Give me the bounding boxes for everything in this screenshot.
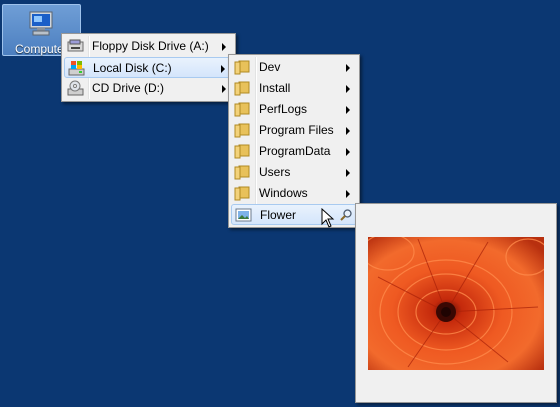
folder-icon [234,186,250,201]
folder-icon [234,144,250,159]
folder-label: PerfLogs [259,102,308,116]
folder-icon [234,165,250,180]
folder-label: ProgramData [259,144,331,158]
submenu-arrow-icon [222,43,226,51]
computer-label: Compute [15,42,64,56]
submenu-arrow-icon [346,169,350,177]
folder-icon [234,123,250,138]
submenu-arrow-icon [346,106,350,114]
image-preview-popup [355,203,557,403]
folder-label: Install [259,81,291,95]
mouse-pointer-icon [321,208,335,228]
folder-icon [234,60,250,75]
floppy-drive-label: Floppy Disk Drive (A:) [92,39,209,53]
folder-label: Windows [259,186,308,200]
submenu-arrow-icon [346,127,350,135]
menu-item-file-flower[interactable]: Flower [231,204,357,225]
menu-item-cd-drive[interactable]: CD Drive (D:) [64,78,233,99]
flower-label: Flower [260,208,297,222]
menu-item-local-disk[interactable]: Local Disk (C:) [64,57,233,78]
flower-preview-image [368,237,544,370]
menu-item-folder-install[interactable]: Install [231,78,357,99]
folder-label: Dev [259,60,281,74]
magnifier-icon[interactable] [339,208,353,222]
cd-drive-icon [67,80,84,96]
folder-icon [234,81,250,96]
submenu-arrow-icon [346,190,350,198]
menu-item-folder-windows[interactable]: Windows [231,183,357,204]
menu-item-folder-programdata[interactable]: ProgramData [231,141,357,162]
drives-menu: Floppy Disk Drive (A:) Local Disk (C:) C… [61,33,236,102]
submenu-arrow-icon [346,148,350,156]
folder-label: Users [259,165,291,179]
menu-item-floppy-drive[interactable]: Floppy Disk Drive (A:) [64,36,233,57]
cd-drive-label: CD Drive (D:) [92,81,164,95]
local-disk-icon [68,61,85,76]
folder-label: Program Files [259,123,334,137]
menu-item-folder-perflogs[interactable]: PerfLogs [231,99,357,120]
menu-item-folder-dev[interactable]: Dev [231,57,357,78]
submenu-arrow-icon [346,85,350,93]
submenu-arrow-icon [222,85,226,93]
menu-item-folder-users[interactable]: Users [231,162,357,183]
local-disk-menu: Dev Install PerfLogs Program Files Progr [228,54,360,228]
folder-icon [234,102,250,117]
floppy-drive-icon [67,39,84,52]
image-file-icon [235,208,252,222]
submenu-arrow-icon [346,64,350,72]
local-disk-label: Local Disk (C:) [93,61,172,75]
submenu-arrow-icon [221,65,225,73]
computer-icon [29,11,53,36]
menu-item-folder-program-files[interactable]: Program Files [231,120,357,141]
